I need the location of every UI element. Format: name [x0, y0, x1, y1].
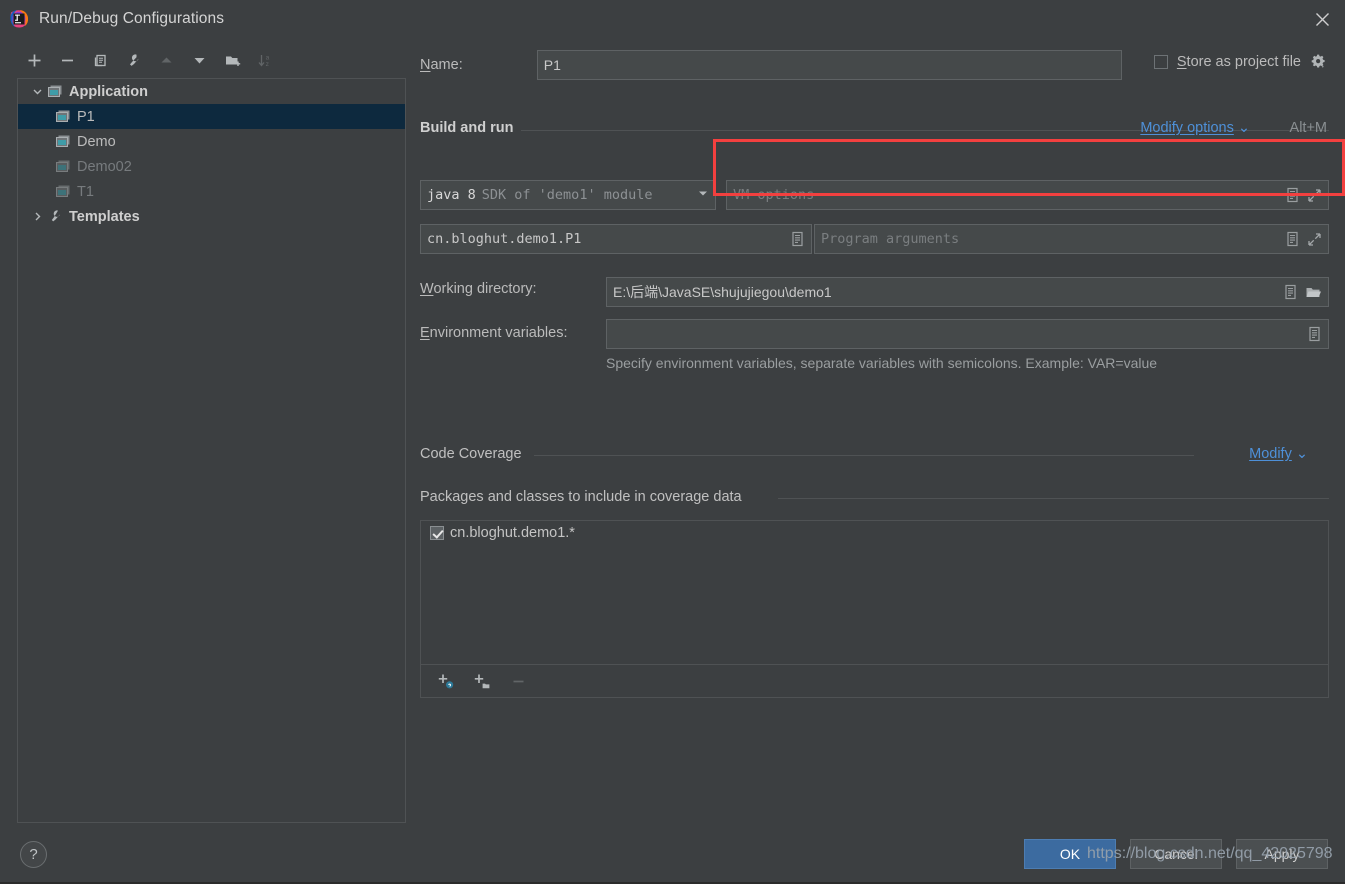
modify-options-link[interactable]: Modify options ⌄ [1140, 120, 1250, 136]
working-directory-field[interactable]: E:\后端\JavaSE\shujujiegou\demo1 [606, 277, 1329, 307]
coverage-patterns-list[interactable]: cn.bloghut.demo1.* [420, 520, 1329, 665]
gear-dropdown-icon[interactable] [1310, 53, 1327, 70]
intellij-idea-logo-icon [9, 9, 29, 29]
wrench-icon [46, 209, 64, 225]
configuration-editor-panel: Name: P1 Store as project file Build and… [406, 38, 1345, 823]
application-icon [54, 184, 72, 200]
working-directory-value: E:\后端\JavaSE\shujujiegou\demo1 [613, 284, 832, 300]
dialog-footer: ? OK Cancel Apply [0, 823, 1345, 884]
build-and-run-title: Build and run [420, 120, 522, 136]
new-folder-button[interactable] [216, 45, 249, 75]
configurations-tree[interactable]: Application P1 Demo Demo02 T1 Templates [17, 78, 406, 823]
folder-open-icon[interactable] [1305, 285, 1322, 300]
coverage-list-toolbar [420, 665, 1329, 698]
main-class-field[interactable]: cn.bloghut.demo1.P1 [420, 224, 812, 254]
name-label: Name: [420, 57, 463, 73]
packages-divider [778, 498, 1329, 499]
move-up-button[interactable] [150, 45, 183, 75]
vm-options-placeholder: VM options [733, 187, 815, 203]
title-bar: Run/Debug Configurations [0, 0, 1345, 38]
tree-node-p1[interactable]: P1 [18, 104, 405, 129]
tree-node-label: Demo02 [77, 158, 132, 175]
svg-text:z: z [266, 61, 269, 68]
remove-configuration-button[interactable] [51, 45, 84, 75]
coverage-item-checkbox[interactable] [430, 526, 444, 540]
chevron-down-icon: ⌄ [1237, 120, 1250, 136]
store-as-project-file-row[interactable]: Store as project file [1153, 53, 1327, 70]
working-directory-label: Working directory: [420, 281, 537, 297]
run-debug-configurations-dialog: Run/Debug Configurations a z Application… [0, 0, 1345, 884]
copy-configuration-button[interactable] [84, 45, 117, 75]
add-configuration-button[interactable] [18, 45, 51, 75]
remove-entry-button[interactable] [503, 668, 533, 695]
environment-variables-hint: Specify environment variables, separate … [606, 355, 1158, 371]
store-as-project-file-checkbox[interactable] [1153, 54, 1168, 69]
vm-options-field[interactable]: VM options [726, 180, 1329, 210]
apply-button[interactable]: Apply [1236, 839, 1328, 869]
name-row: Name: P1 [420, 50, 1122, 80]
add-class-button[interactable] [431, 668, 461, 695]
jre-sdk-combo[interactable]: java 8 SDK of 'demo1' module [420, 180, 716, 210]
tree-node-label: T1 [77, 183, 94, 200]
packages-to-include-title: Packages and classes to include in cover… [420, 489, 742, 505]
name-input-value: P1 [543, 57, 561, 73]
main-class-value: cn.bloghut.demo1.P1 [427, 231, 582, 247]
cancel-button[interactable]: Cancel [1130, 839, 1222, 869]
application-icon [54, 109, 72, 125]
tree-node-label: Application [69, 83, 148, 100]
code-coverage-modify-label: Modify [1249, 446, 1292, 462]
program-arguments-field[interactable]: Program arguments [814, 224, 1329, 254]
tree-node-demo02[interactable]: Demo02 [18, 154, 405, 179]
macro-document-icon[interactable] [1307, 326, 1322, 342]
ok-button[interactable]: OK [1024, 839, 1116, 869]
move-down-button[interactable] [183, 45, 216, 75]
code-coverage-title: Code Coverage [420, 446, 522, 462]
jre-sdk-secondary: SDK of 'demo1' module [481, 187, 653, 203]
application-icon [46, 84, 64, 100]
help-button[interactable]: ? [20, 841, 47, 868]
macro-document-icon[interactable] [790, 231, 805, 247]
chevron-down-icon[interactable] [697, 186, 709, 204]
environment-variables-label: Environment variables: [420, 325, 568, 341]
tree-node-templates[interactable]: Templates [18, 204, 405, 229]
modify-options-shortcut: Alt+M [1289, 120, 1327, 136]
application-icon [54, 134, 72, 150]
coverage-list-item[interactable]: cn.bloghut.demo1.* [421, 521, 1328, 545]
code-coverage-divider [534, 455, 1194, 456]
chevron-down-icon[interactable] [28, 86, 46, 97]
tree-node-t1[interactable]: T1 [18, 179, 405, 204]
jre-sdk-primary: java 8 [427, 187, 476, 203]
chevron-down-icon: ⌄ [1295, 446, 1308, 462]
tree-node-label: Templates [69, 208, 140, 225]
expand-arrows-icon[interactable] [1307, 232, 1322, 247]
code-coverage-modify-link[interactable]: Modify ⌄ [1249, 446, 1308, 462]
window-title: Run/Debug Configurations [39, 10, 225, 27]
chevron-right-icon[interactable] [28, 211, 46, 222]
application-icon [54, 159, 72, 175]
coverage-item-label: cn.bloghut.demo1.* [450, 525, 575, 541]
macro-document-icon[interactable] [1285, 231, 1300, 247]
add-package-button[interactable] [467, 668, 497, 695]
macro-document-icon[interactable] [1285, 187, 1300, 203]
store-as-project-file-label: Store as project file [1176, 53, 1301, 70]
program-arguments-placeholder: Program arguments [821, 231, 960, 247]
sort-configurations-button[interactable]: a z [249, 45, 282, 75]
name-input[interactable]: P1 [536, 50, 1122, 80]
edit-templates-button[interactable] [117, 45, 150, 75]
tree-node-demo[interactable]: Demo [18, 129, 405, 154]
environment-variables-field[interactable] [606, 319, 1329, 349]
macro-document-icon[interactable] [1283, 284, 1298, 300]
expand-arrows-icon[interactable] [1307, 188, 1322, 203]
tree-node-application[interactable]: Application [18, 79, 405, 104]
tree-node-label: Demo [77, 133, 116, 150]
close-icon[interactable] [1299, 0, 1345, 38]
modify-options-label: Modify options [1140, 120, 1234, 136]
configurations-toolbar: a z [18, 44, 398, 76]
tree-node-label: P1 [77, 108, 95, 125]
